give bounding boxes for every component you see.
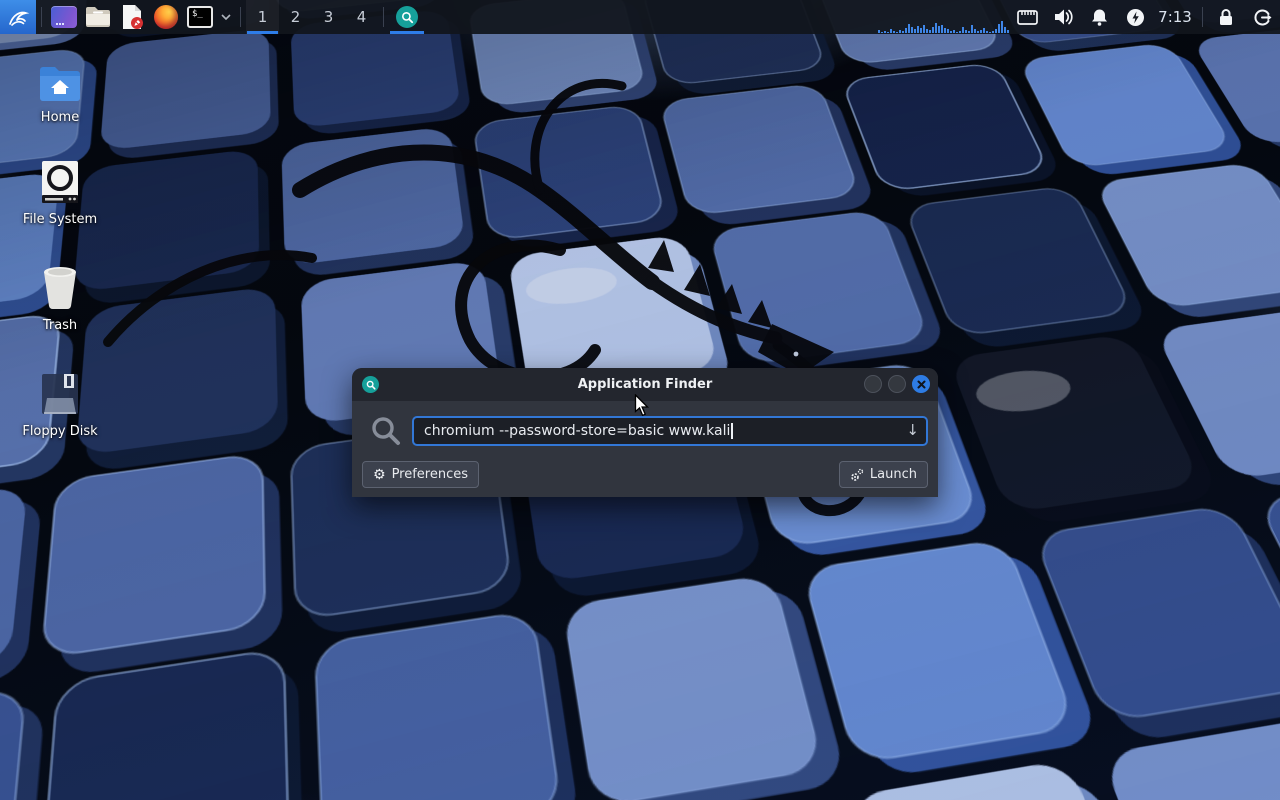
power-manager-tray-icon[interactable]: [1117, 0, 1153, 34]
cpu-graph[interactable]: [877, 0, 1009, 34]
desktop-icon-label: Floppy Disk: [12, 424, 108, 439]
search-icon: [360, 415, 412, 447]
appfinder-window-icon: [362, 376, 379, 393]
terminal-icon: $_: [187, 6, 213, 28]
folder-icon: [84, 5, 112, 29]
speaker-icon: [1053, 8, 1073, 26]
appfinder-task-button[interactable]: [389, 0, 425, 34]
desktop-screen: Home File System Trash: [0, 0, 1280, 800]
panel-separator: [1202, 7, 1203, 27]
hard-drive-icon: [12, 158, 108, 204]
command-input[interactable]: chromium --password-store=basic www.kali…: [412, 416, 928, 446]
workspace-1[interactable]: 1: [246, 0, 279, 34]
desktop-icon-label: Home: [12, 110, 108, 125]
applications-menu-button[interactable]: [0, 0, 36, 34]
appfinder-icon: [396, 6, 418, 28]
top-panel: $_ 1 2 3 4: [0, 0, 1280, 34]
workspace-3[interactable]: 3: [312, 0, 345, 34]
network-tray-icon[interactable]: [1009, 0, 1045, 34]
titlebar[interactable]: Application Finder: [352, 368, 938, 401]
application-finder-window: Application Finder chromium --password-s…: [352, 368, 938, 497]
home-folder-icon: [12, 56, 108, 102]
chevron-down-icon: [221, 14, 231, 20]
panel-separator: [41, 7, 42, 27]
maximize-button[interactable]: [888, 375, 906, 393]
preferences-button[interactable]: ⚙ Preferences: [362, 461, 479, 488]
lock-screen-button[interactable]: [1208, 0, 1244, 34]
close-icon: [917, 380, 926, 389]
launcher-desktop-settings[interactable]: [47, 0, 81, 34]
panel-separator: [383, 7, 384, 27]
ethernet-icon: [1017, 9, 1038, 26]
launcher-terminal[interactable]: $_: [183, 0, 217, 34]
desktop-icon-trash[interactable]: Trash: [12, 264, 108, 333]
notifications-tray-icon[interactable]: [1081, 0, 1117, 34]
close-button[interactable]: [912, 375, 930, 393]
window-title: Application Finder: [360, 377, 930, 392]
history-dropdown-arrow[interactable]: ↓: [906, 421, 919, 439]
text-caret: [731, 423, 733, 439]
desktop-icon-home[interactable]: Home: [12, 56, 108, 125]
trash-can-icon: [12, 264, 108, 310]
lock-icon: [1218, 8, 1234, 26]
launch-button[interactable]: Launch: [839, 461, 928, 488]
panel-separator: [240, 7, 241, 27]
launch-gears-icon: [850, 468, 864, 482]
floppy-disk-icon: [12, 370, 108, 416]
desktop-icon-floppy-disk[interactable]: Floppy Disk: [12, 370, 108, 439]
clock[interactable]: 7:13: [1153, 0, 1197, 34]
desktop-icon-label: Trash: [12, 318, 108, 333]
workspace-2[interactable]: 2: [279, 0, 312, 34]
command-text: chromium --password-store=basic www.kali: [424, 423, 730, 439]
desktop-icon-file-system[interactable]: File System: [12, 158, 108, 227]
volume-tray-icon[interactable]: [1045, 0, 1081, 34]
minimize-button[interactable]: [864, 375, 882, 393]
workspace-4[interactable]: 4: [345, 0, 378, 34]
launcher-dropdown[interactable]: [217, 0, 235, 34]
battery-lightning-icon: [1126, 8, 1145, 27]
logout-icon: [1253, 8, 1272, 27]
firefox-icon: [154, 5, 178, 29]
desktop-icon-label: File System: [12, 212, 108, 227]
kali-logo-icon: [6, 5, 30, 29]
desktop-settings-icon: [51, 6, 77, 28]
launcher-file-manager[interactable]: [81, 0, 115, 34]
launcher-text-editor[interactable]: [115, 0, 149, 34]
gear-icon: ⚙: [373, 468, 386, 482]
document-edit-icon: [119, 4, 145, 30]
logout-button[interactable]: [1244, 0, 1280, 34]
launcher-firefox[interactable]: [149, 0, 183, 34]
bell-icon: [1091, 8, 1108, 26]
